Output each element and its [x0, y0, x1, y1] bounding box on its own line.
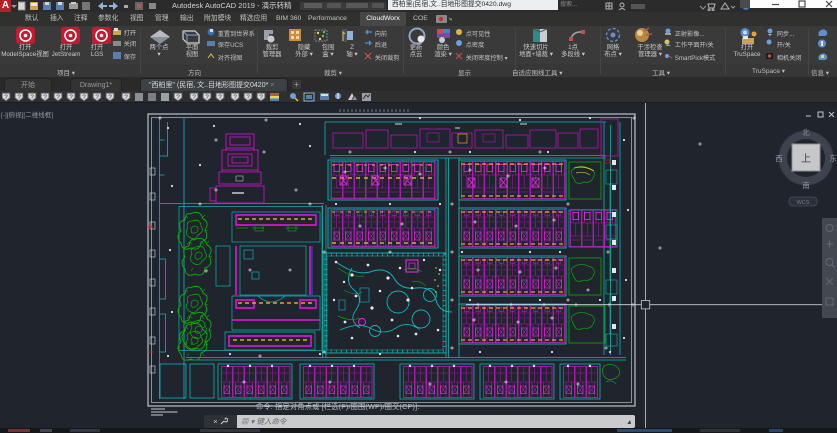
svg-text:南: 南 — [802, 180, 810, 190]
svg-text:上: 上 — [801, 153, 811, 165]
svg-text:西: 西 — [775, 154, 783, 163]
svg-text:WCS: WCS — [797, 200, 810, 206]
svg-text:东: 东 — [829, 153, 837, 163]
svg-text:北: 北 — [802, 128, 810, 137]
